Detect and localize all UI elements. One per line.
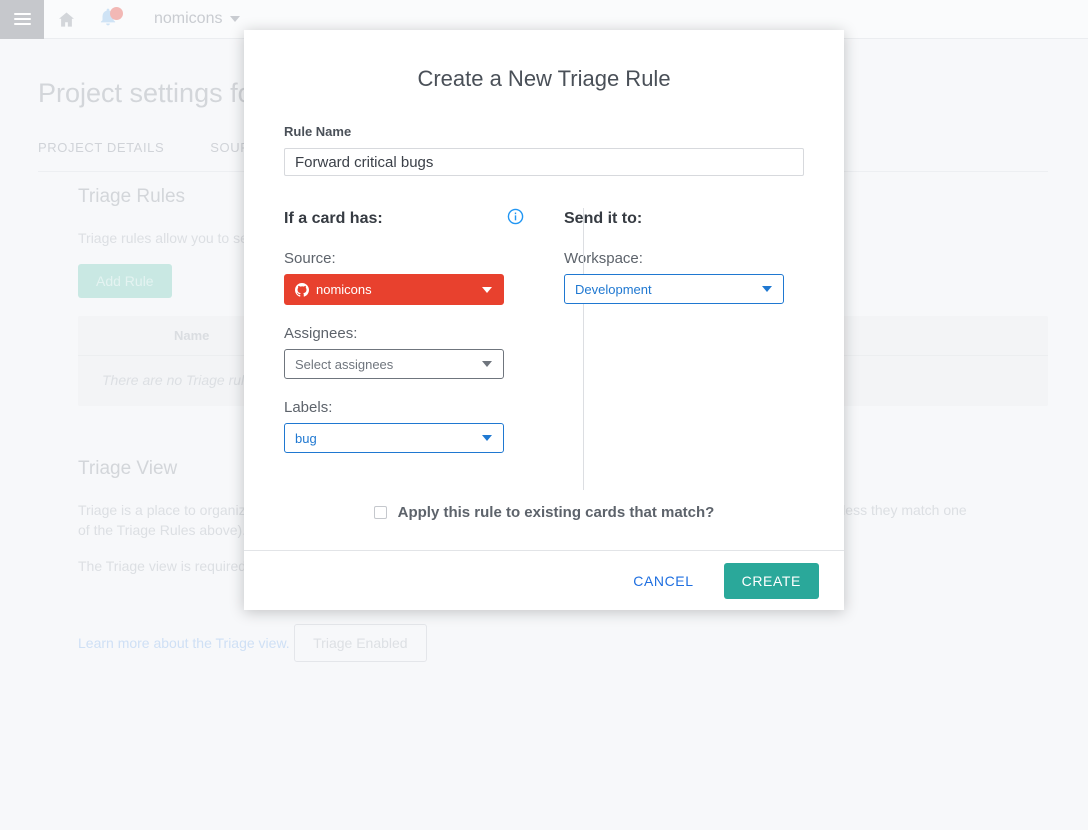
source-label: Source: bbox=[284, 250, 336, 267]
dialog-title: Create a New Triage Rule bbox=[417, 66, 671, 91]
assignees-select[interactable]: Select assignees bbox=[284, 349, 504, 379]
assignees-chevron-down-icon bbox=[482, 361, 492, 367]
workspace-select[interactable]: Development bbox=[564, 274, 784, 304]
notifications-button[interactable] bbox=[88, 0, 132, 39]
rule-name-label: Rule Name bbox=[284, 124, 352, 139]
hamburger-bars bbox=[13, 10, 31, 28]
action-column: Send it to: Workspace: Development bbox=[564, 208, 804, 490]
triage-enabled-button[interactable]: Triage Enabled bbox=[294, 624, 427, 662]
condition-heading-row: If a card has: bbox=[284, 208, 524, 230]
labels-value: bug bbox=[295, 430, 317, 446]
cancel-button[interactable]: CANCEL bbox=[621, 564, 705, 598]
source-select[interactable]: nomicons bbox=[284, 274, 504, 305]
hamburger-icon[interactable] bbox=[0, 0, 44, 39]
labels-select[interactable]: bug bbox=[284, 423, 504, 453]
tab-project-details[interactable]: PROJECT DETAILS bbox=[38, 140, 164, 155]
assignees-value: Select assignees bbox=[295, 356, 394, 372]
condition-column: If a card has: Source: nomicons Assignee… bbox=[284, 208, 524, 490]
add-rule-button[interactable]: Add Rule bbox=[78, 264, 172, 298]
apply-existing-label: Apply this rule to existing cards that m… bbox=[397, 504, 715, 521]
dialog-footer: CANCEL CREATE bbox=[244, 550, 844, 610]
github-icon bbox=[295, 282, 309, 297]
assignees-label: Assignees: bbox=[284, 325, 358, 342]
learn-more-link[interactable]: Learn more about the Triage view. bbox=[78, 635, 290, 651]
apply-existing-row[interactable]: Apply this rule to existing cards that m… bbox=[284, 504, 804, 521]
home-glyph bbox=[58, 12, 74, 27]
create-button[interactable]: CREATE bbox=[723, 562, 819, 599]
apply-existing-checkbox[interactable] bbox=[373, 506, 387, 519]
rule-name-input[interactable] bbox=[284, 148, 804, 176]
condition-heading: If a card has: bbox=[284, 210, 383, 227]
source-value: nomicons bbox=[316, 282, 372, 297]
labels-chevron-down-icon bbox=[482, 435, 492, 441]
action-heading-row: Send it to: bbox=[564, 208, 804, 230]
workspace-value: Development bbox=[575, 281, 652, 297]
app-root: nomicons Project settings for PROJECT DE… bbox=[0, 0, 1088, 830]
workspace-label: Workspace: bbox=[564, 250, 643, 267]
info-icon[interactable] bbox=[507, 208, 524, 230]
home-icon[interactable] bbox=[44, 0, 88, 39]
workspace-chevron-down-icon bbox=[762, 286, 772, 292]
info-glyph bbox=[507, 208, 524, 225]
bell-icon bbox=[98, 7, 123, 31]
org-switcher[interactable]: nomicons bbox=[154, 10, 241, 28]
notification-badge bbox=[110, 7, 123, 20]
column-divider bbox=[583, 208, 584, 490]
org-name-label: nomicons bbox=[154, 10, 223, 27]
dialog-body: Rule Name If a card has: bbox=[244, 124, 844, 521]
page-title: Project settings for bbox=[38, 78, 262, 108]
rule-columns: If a card has: Source: nomicons Assignee… bbox=[284, 208, 804, 490]
action-heading: Send it to: bbox=[564, 210, 643, 227]
source-chevron-down-icon bbox=[482, 286, 492, 293]
labels-label: Labels: bbox=[284, 399, 333, 416]
chevron-down-icon bbox=[230, 16, 241, 22]
create-triage-rule-dialog: Create a New Triage Rule Rule Name If a … bbox=[244, 30, 844, 610]
